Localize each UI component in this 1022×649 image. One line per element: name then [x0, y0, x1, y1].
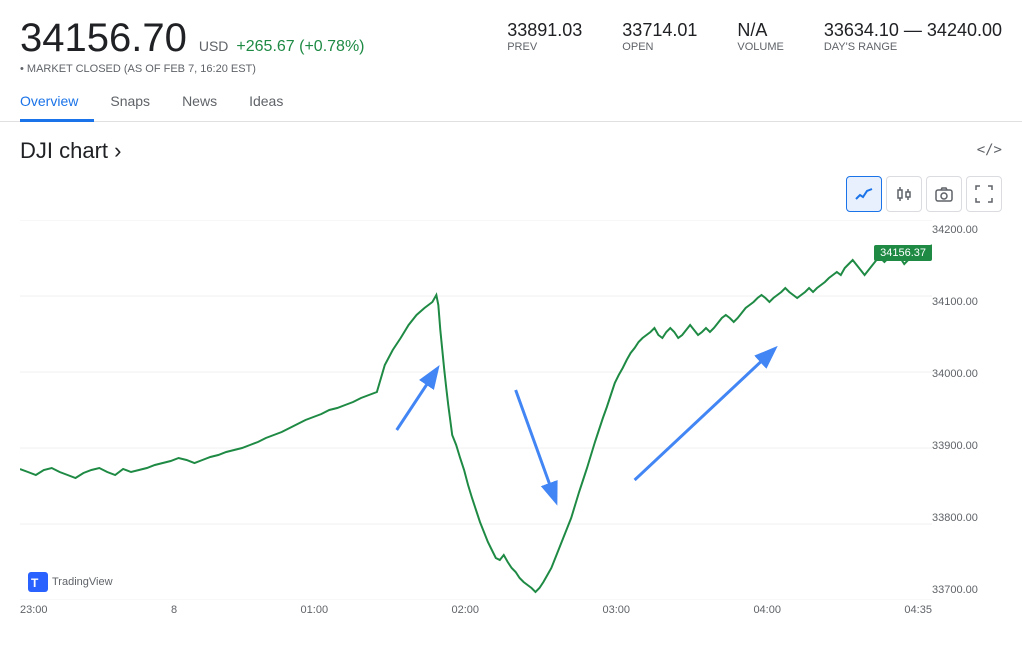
- stat-volume-label: VOLUME: [737, 41, 783, 53]
- x-label-4: 02:00: [452, 604, 480, 616]
- screenshot-button[interactable]: [926, 176, 962, 212]
- tradingview-logo: T: [28, 572, 48, 592]
- x-label-7: 04:35: [904, 604, 932, 616]
- y-label-5: 33800.00: [932, 512, 1002, 524]
- camera-icon: [935, 185, 953, 203]
- y-label-1: 34200.00: [932, 224, 1002, 236]
- x-label-3: 01:00: [301, 604, 329, 616]
- candlestick-icon: [895, 185, 913, 203]
- stat-range-label: DAY'S RANGE: [824, 41, 1002, 53]
- stat-volume: N/A VOLUME: [737, 20, 783, 53]
- stat-open-label: OPEN: [622, 41, 697, 53]
- fullscreen-icon: [975, 185, 993, 203]
- tab-ideas[interactable]: Ideas: [233, 83, 299, 122]
- line-chart-icon: [855, 185, 873, 203]
- nav-tabs: Overview Snaps News Ideas: [0, 83, 1022, 122]
- tab-snaps[interactable]: Snaps: [94, 83, 166, 122]
- x-axis: 23:00 8 01:00 02:00 03:00 04:00 04:35: [20, 600, 1002, 616]
- embed-icon[interactable]: </>: [977, 142, 1002, 158]
- svg-text:T: T: [31, 576, 39, 590]
- x-label-6: 04:00: [753, 604, 781, 616]
- price-tag: 34156.37: [874, 245, 932, 261]
- chart-title[interactable]: DJI chart ›: [20, 138, 1002, 164]
- stat-open: 33714.01 OPEN: [622, 20, 697, 53]
- stat-prev-value: 33891.03: [507, 20, 582, 41]
- tab-overview[interactable]: Overview: [20, 83, 94, 122]
- x-label-1: 23:00: [20, 604, 48, 616]
- price-change: +265.67 (+0.78%): [236, 38, 364, 56]
- x-label-2: 8: [171, 604, 177, 616]
- line-chart-button[interactable]: [846, 176, 882, 212]
- fullscreen-button[interactable]: [966, 176, 1002, 212]
- y-label-4: 33900.00: [932, 440, 1002, 452]
- y-label-2: 34100.00: [932, 296, 1002, 308]
- y-label-3: 34000.00: [932, 368, 1002, 380]
- stat-range-value: 33634.10 — 34240.00: [824, 20, 1002, 41]
- tradingview-badge: T TradingView: [28, 572, 113, 592]
- chart-svg: [20, 220, 932, 600]
- currency-label: USD: [199, 38, 229, 54]
- tab-news[interactable]: News: [166, 83, 233, 122]
- market-status: • MARKET CLOSED (AS OF FEB 7, 16:20 EST): [20, 63, 1002, 75]
- x-label-5: 03:00: [602, 604, 630, 616]
- stats-row: 33891.03 PREV 33714.01 OPEN N/A VOLUME 3…: [507, 20, 1002, 53]
- chart-container: 34200.00 34100.00 34000.00 33900.00 3380…: [20, 220, 1002, 600]
- candlestick-button[interactable]: [886, 176, 922, 212]
- stat-prev-label: PREV: [507, 41, 582, 53]
- y-label-6: 33700.00: [932, 584, 1002, 596]
- tradingview-label: TradingView: [52, 576, 113, 588]
- chart-toolbar: [20, 176, 1002, 212]
- main-price: 34156.70: [20, 16, 187, 61]
- stat-open-value: 33714.01: [622, 20, 697, 41]
- stat-range: 33634.10 — 34240.00 DAY'S RANGE: [824, 20, 1002, 53]
- stat-prev: 33891.03 PREV: [507, 20, 582, 53]
- chart-section: DJI chart › </>: [0, 122, 1022, 632]
- stat-volume-value: N/A: [737, 20, 783, 41]
